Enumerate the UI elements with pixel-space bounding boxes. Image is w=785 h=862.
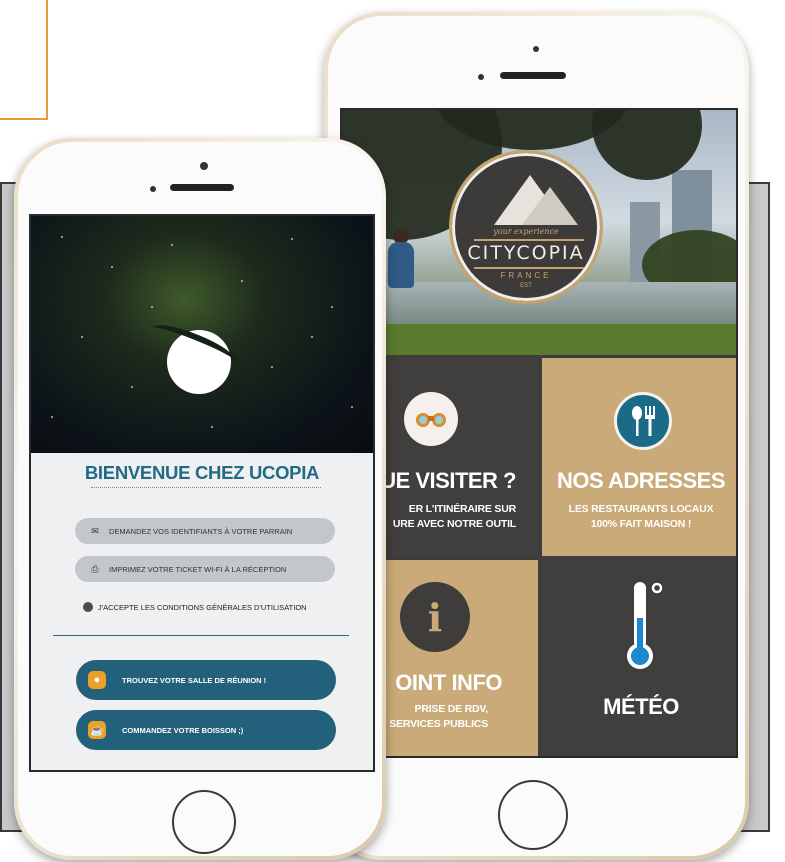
tile-weather[interactable]: MÉTÉO: [542, 560, 736, 756]
tile-addresses-title: NOS ADRESSES: [556, 468, 726, 493]
star: [241, 280, 243, 282]
star: [291, 238, 293, 240]
home-button[interactable]: [498, 780, 568, 850]
mail-icon: ✉: [91, 526, 99, 536]
tile-weather-title: MÉTÉO: [603, 694, 679, 719]
printer-icon: ⎙: [91, 564, 99, 574]
star: [51, 416, 53, 418]
request-credentials-button[interactable]: ✉ DEMANDEZ VOS IDENTIFIANTS À VOTRE PARR…: [75, 518, 335, 544]
location-pin-icon: ●: [88, 671, 106, 689]
earpiece-speaker: [500, 72, 566, 79]
find-room-button[interactable]: ● TROUVEZ VOTRE SALLE DE RÉUNION !: [76, 660, 336, 700]
coffee-cup-icon: ☕: [88, 721, 106, 739]
starry-sky-image: [31, 216, 373, 453]
star: [171, 244, 173, 246]
seated-person: [388, 242, 414, 288]
radio-icon[interactable]: [83, 602, 93, 612]
logo-country: FRANCE: [500, 271, 552, 280]
front-phone-body: BIENVENUE CHEZ UCOPIA ✉ DEMANDEZ VOS IDE…: [18, 142, 382, 856]
terms-checkbox[interactable]: J'ACCEPTE LES CONDITIONS GÉNÉRALES D'UTI…: [83, 602, 307, 612]
mockup-stage: your experience CITYCOPIA FRANCE EST UE …: [0, 0, 785, 862]
info-icon: i: [400, 582, 470, 652]
terms-label: J'ACCEPTE LES CONDITIONS GÉNÉRALES D'UTI…: [98, 602, 307, 612]
logo-name: CITYCOPIA: [467, 242, 585, 264]
home-button[interactable]: [172, 790, 236, 854]
logo-tagline: your experience: [493, 227, 559, 236]
earpiece-speaker: [170, 184, 234, 191]
request-credentials-label: DEMANDEZ VOS IDENTIFIANTS À VOTRE PARRAI…: [109, 526, 293, 536]
citycopia-logo: your experience CITYCOPIA FRANCE EST: [449, 150, 603, 304]
tile-addresses-subtitle: LES RESTAURANTS LOCAUX 100% FAIT MAISON …: [568, 503, 714, 530]
welcome-subline: [91, 487, 321, 490]
find-room-label: TROUVEZ VOTRE SALLE DE RÉUNION !: [122, 675, 267, 685]
back-phone-body: your experience CITYCOPIA FRANCE EST UE …: [328, 16, 745, 856]
logo-rule: [474, 267, 584, 269]
sensor-dot: [478, 74, 484, 80]
star: [131, 386, 133, 388]
tile-addresses[interactable]: NOS ADRESSES LES RESTAURANTS LOCAUX 100%…: [542, 358, 736, 556]
welcome-title: BIENVENUE CHEZ UCOPIA: [84, 462, 320, 483]
print-ticket-label: IMPRIMEZ VOTRE TICKET WI-FI À LA RÉCEPTI…: [109, 564, 287, 574]
order-drink-button[interactable]: ☕ COMMANDEZ VOTRE BOISSON ;): [76, 710, 336, 750]
restaurant-icon: [614, 392, 672, 450]
star: [151, 306, 153, 308]
front-phone-screen: BIENVENUE CHEZ UCOPIA ✉ DEMANDEZ VOS IDE…: [29, 214, 375, 772]
city-hero-image: your experience CITYCOPIA FRANCE EST: [342, 110, 736, 355]
camera-dot: [200, 162, 208, 170]
decorative-frame: [0, 0, 48, 120]
star: [61, 236, 63, 238]
divider: [53, 635, 349, 636]
sensor-dot: [150, 186, 156, 192]
thermometer-icon: [626, 580, 663, 672]
star: [311, 336, 313, 338]
star: [271, 366, 273, 368]
star: [331, 306, 333, 308]
order-drink-label: COMMANDEZ VOTRE BOISSON ;): [122, 725, 244, 735]
back-phone: your experience CITYCOPIA FRANCE EST UE …: [324, 12, 749, 860]
star: [111, 266, 113, 268]
mountain-icon: [522, 187, 578, 225]
print-ticket-button[interactable]: ⎙ IMPRIMEZ VOTRE TICKET WI-FI À LA RÉCEP…: [75, 556, 335, 582]
star: [351, 406, 353, 408]
back-phone-screen: your experience CITYCOPIA FRANCE EST UE …: [340, 108, 738, 758]
logo-year: EST: [520, 283, 532, 289]
binoculars-icon: [404, 392, 458, 446]
logo-rule: [474, 239, 584, 241]
camera-dot: [533, 46, 539, 52]
front-phone: BIENVENUE CHEZ UCOPIA ✉ DEMANDEZ VOS IDE…: [14, 138, 386, 860]
star: [81, 336, 83, 338]
grass: [342, 324, 736, 355]
star: [211, 426, 213, 428]
